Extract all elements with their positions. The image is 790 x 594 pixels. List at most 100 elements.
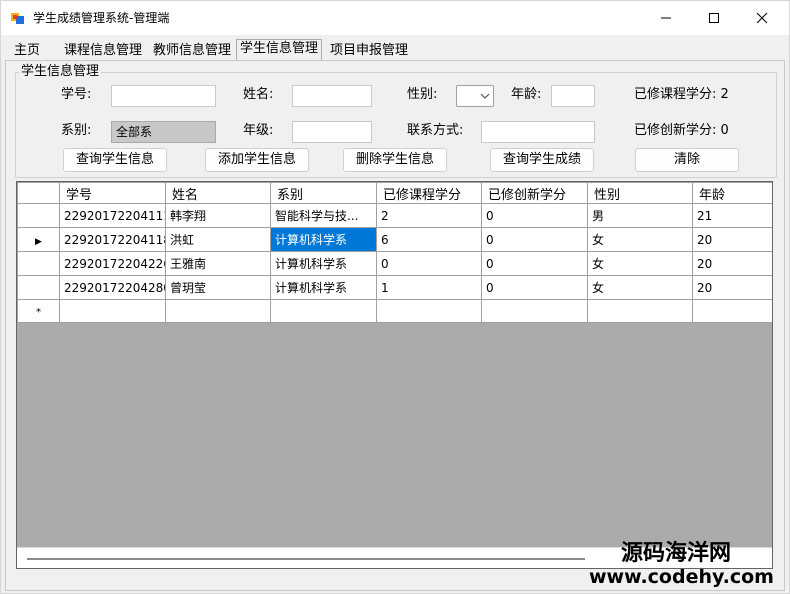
department-label: 系别: <box>61 123 92 138</box>
selected-cell[interactable]: 计算机科学系 <box>270 227 377 252</box>
watermark-text: 源码海洋网 <box>621 541 732 566</box>
close-button[interactable] <box>739 1 785 35</box>
age-field[interactable] <box>551 85 595 107</box>
tab-strip: 主页 课程信息管理 教师信息管理 学生信息管理 项目申报管理 <box>1 35 789 61</box>
chevron-down-icon <box>480 93 490 99</box>
clear-button[interactable]: 清除 <box>635 148 739 172</box>
contact-label: 联系方式: <box>407 123 464 138</box>
table-row[interactable]: 22920172204280 曾玥莹 计算机科学系 1 0 女 20 <box>17 275 772 300</box>
tab-project-management[interactable]: 项目申报管理 <box>327 43 411 61</box>
table-cell[interactable]: 2 <box>376 203 482 228</box>
groupbox-title: 学生信息管理 <box>19 64 102 80</box>
grid-table: 学号 姓名 系别 已修课程学分 已修创新学分 性别 年龄 22920172204… <box>17 182 772 323</box>
gender-label: 性别: <box>407 87 438 102</box>
query-student-button[interactable]: 查询学生信息 <box>63 148 167 172</box>
table-cell[interactable] <box>59 299 166 323</box>
table-cell[interactable]: 韩李翔 <box>165 203 271 228</box>
query-scores-button[interactable]: 查询学生成绩 <box>490 148 594 172</box>
tab-course-management[interactable]: 课程信息管理 <box>61 43 145 61</box>
new-row-asterisk-icon: * <box>36 307 41 318</box>
maximize-icon <box>709 13 719 23</box>
grade-label: 年级: <box>243 123 274 138</box>
row-header[interactable]: * <box>17 299 60 323</box>
table-cell[interactable]: 计算机科学系 <box>270 275 377 300</box>
name-label: 姓名: <box>243 87 274 102</box>
table-cell[interactable]: 20 <box>692 275 772 300</box>
table-row[interactable]: 22920172204111 韩李翔 智能科学与技... 2 0 男 21 <box>17 203 772 228</box>
table-cell[interactable]: 王雅南 <box>165 251 271 276</box>
column-header-age[interactable]: 年龄 <box>692 182 772 204</box>
gender-select[interactable] <box>456 85 494 107</box>
minimize-button[interactable] <box>643 1 689 35</box>
table-cell[interactable]: 20 <box>692 227 772 252</box>
tab-student-management[interactable]: 学生信息管理 <box>236 39 323 61</box>
grid-corner-header[interactable] <box>17 182 60 204</box>
table-cell[interactable]: 0 <box>481 251 588 276</box>
table-cell[interactable] <box>165 299 271 323</box>
watermark-url: www.codehy.com <box>589 566 774 588</box>
table-cell[interactable]: 21 <box>692 203 772 228</box>
table-cell[interactable]: 22920172204118 <box>59 227 166 252</box>
table-cell[interactable] <box>692 299 772 323</box>
table-cell[interactable]: 男 <box>587 203 693 228</box>
table-cell[interactable]: 1 <box>376 275 482 300</box>
table-row[interactable]: 22920172204226 王雅南 计算机科学系 0 0 女 20 <box>17 251 772 276</box>
student-id-label: 学号: <box>61 87 92 102</box>
table-cell[interactable]: 22920172204280 <box>59 275 166 300</box>
contact-field[interactable] <box>481 121 595 143</box>
column-header-student-id[interactable]: 学号 <box>59 182 166 204</box>
table-cell[interactable]: 0 <box>376 251 482 276</box>
table-cell[interactable] <box>481 299 588 323</box>
age-label: 年龄: <box>511 87 542 102</box>
student-id-field[interactable] <box>111 85 216 107</box>
row-header[interactable]: ▶ <box>17 227 60 252</box>
column-header-name[interactable]: 姓名 <box>165 182 271 204</box>
table-cell[interactable]: 女 <box>587 275 693 300</box>
student-data-grid[interactable]: 学号 姓名 系别 已修课程学分 已修创新学分 性别 年龄 22920172204… <box>16 181 773 569</box>
maximize-button[interactable] <box>691 1 737 35</box>
table-cell[interactable]: 曾玥莹 <box>165 275 271 300</box>
column-header-gender[interactable]: 性别 <box>587 182 693 204</box>
current-row-arrow-icon: ▶ <box>35 236 42 247</box>
add-student-button[interactable]: 添加学生信息 <box>205 148 309 172</box>
title-bar[interactable]: 学生成绩管理系统-管理端 <box>1 1 789 35</box>
table-cell[interactable]: 计算机科学系 <box>270 251 377 276</box>
grade-field[interactable] <box>292 121 372 143</box>
table-cell[interactable]: 22920172204111 <box>59 203 166 228</box>
name-field[interactable] <box>292 85 372 107</box>
table-cell[interactable] <box>270 299 377 323</box>
app-icon <box>11 13 24 24</box>
scrollbar-thumb[interactable] <box>27 558 585 560</box>
row-header[interactable] <box>17 203 60 228</box>
table-row[interactable]: ▶ 22920172204118 洪虹 计算机科学系 6 0 女 20 <box>17 227 772 252</box>
row-header[interactable] <box>17 251 60 276</box>
table-cell[interactable]: 女 <box>587 227 693 252</box>
table-cell[interactable]: 0 <box>481 203 588 228</box>
delete-student-button[interactable]: 删除学生信息 <box>343 148 447 172</box>
column-header-course-credits[interactable]: 已修课程学分 <box>376 182 482 204</box>
table-cell[interactable]: 6 <box>376 227 482 252</box>
row-header[interactable] <box>17 275 60 300</box>
column-header-department[interactable]: 系别 <box>270 182 377 204</box>
tab-teacher-management[interactable]: 教师信息管理 <box>150 43 234 61</box>
column-header-innovation-credits[interactable]: 已修创新学分 <box>481 182 588 204</box>
course-credits-label: 已修课程学分: 2 <box>634 87 729 102</box>
table-cell[interactable]: 洪虹 <box>165 227 271 252</box>
innovation-credits-label: 已修创新学分: 0 <box>634 123 729 138</box>
window-title: 学生成绩管理系统-管理端 <box>33 11 170 25</box>
grid-header-row: 学号 姓名 系别 已修课程学分 已修创新学分 性别 年龄 <box>17 182 772 204</box>
table-cell[interactable]: 女 <box>587 251 693 276</box>
table-cell[interactable]: 20 <box>692 251 772 276</box>
new-row[interactable]: * <box>17 299 772 323</box>
tab-home[interactable]: 主页 <box>11 43 43 61</box>
table-cell[interactable]: 22920172204226 <box>59 251 166 276</box>
table-cell[interactable]: 0 <box>481 275 588 300</box>
table-cell[interactable]: 0 <box>481 227 588 252</box>
main-window: 学生成绩管理系统-管理端 主页 课程信息管理 教师信息管理 学生信息管理 项目申… <box>0 0 790 594</box>
minimize-icon <box>661 17 671 19</box>
department-field[interactable]: 全部系 <box>111 121 216 143</box>
table-cell[interactable]: 智能科学与技... <box>270 203 377 228</box>
table-cell[interactable] <box>587 299 693 323</box>
table-cell[interactable] <box>376 299 482 323</box>
close-icon <box>756 12 768 24</box>
